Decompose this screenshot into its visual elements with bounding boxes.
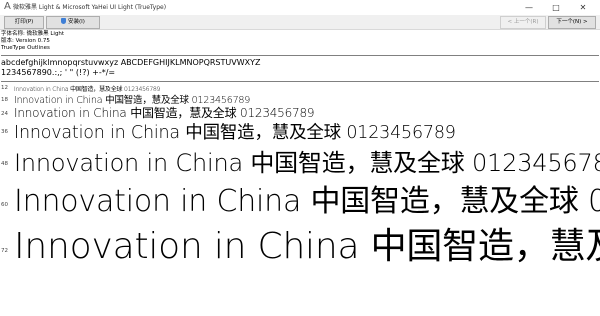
- sample-size-label: 72: [1, 248, 8, 254]
- sample-text: Innovation in China 中国智造，慧及全球 0123456789: [14, 226, 600, 267]
- font-viewer-icon: A: [4, 1, 11, 12]
- print-button[interactable]: 打印(P): [4, 16, 44, 29]
- font-info: 字体名称: 微软雅黑 Light 版本: Version 0.75 TrueTy…: [1, 31, 64, 52]
- charset-digits: 1234567890.:,; ' " (!?) +-*/=: [1, 68, 116, 77]
- next-button[interactable]: 下一个(N) >: [548, 16, 596, 29]
- shield-icon: [61, 18, 67, 24]
- maximize-icon[interactable]: □: [545, 0, 567, 15]
- sample-size-label: 48: [1, 161, 8, 167]
- font-version-line: 版本: Version 0.75: [1, 38, 50, 44]
- sample-size-label: 24: [1, 111, 8, 117]
- character-set: abcdefghijklmnopqrstuvwxyz ABCDEFGHIJKLM…: [1, 58, 260, 78]
- font-name-line: 字体名称: 微软雅黑 Light: [1, 31, 65, 37]
- charset-letters: abcdefghijklmnopqrstuvwxyz ABCDEFGHIJKLM…: [1, 58, 261, 67]
- divider: [1, 55, 599, 56]
- close-icon[interactable]: ✕: [572, 0, 594, 15]
- toolbar: 打印(P) 安装(I) < 上一个(R) 下一个(N) >: [0, 15, 600, 30]
- next-button-label: 下一个(N) >: [556, 19, 588, 25]
- sample-size-label: 18: [1, 97, 8, 103]
- install-button-label: 安装(I): [68, 19, 85, 25]
- previous-button[interactable]: < 上一个(R): [500, 16, 546, 29]
- previous-button-label: < 上一个(R): [507, 19, 539, 25]
- sample-text: Innovation in China 中国智造，慧及全球 0123456789: [14, 184, 600, 219]
- install-button[interactable]: 安装(I): [46, 16, 100, 29]
- window-title: 微软雅黑 Light & Microsoft YaHei UI Light (T…: [13, 4, 167, 11]
- divider: [1, 81, 599, 82]
- title-bar: A 微软雅黑 Light & Microsoft YaHei UI Light …: [0, 0, 600, 15]
- sample-text: Innovation in China 中国智造，慧及全球 0123456789: [14, 149, 600, 177]
- print-button-label: 打印(P): [14, 19, 34, 25]
- sample-text: Innovation in China 中国智造，慧及全球 0123456789: [14, 123, 456, 143]
- sample-size-label: 12: [1, 85, 8, 91]
- sample-size-label: 36: [1, 129, 8, 135]
- sample-size-label: 60: [1, 202, 8, 208]
- minimize-icon[interactable]: —: [518, 0, 540, 15]
- font-type-line: TrueType Outlines: [1, 45, 50, 51]
